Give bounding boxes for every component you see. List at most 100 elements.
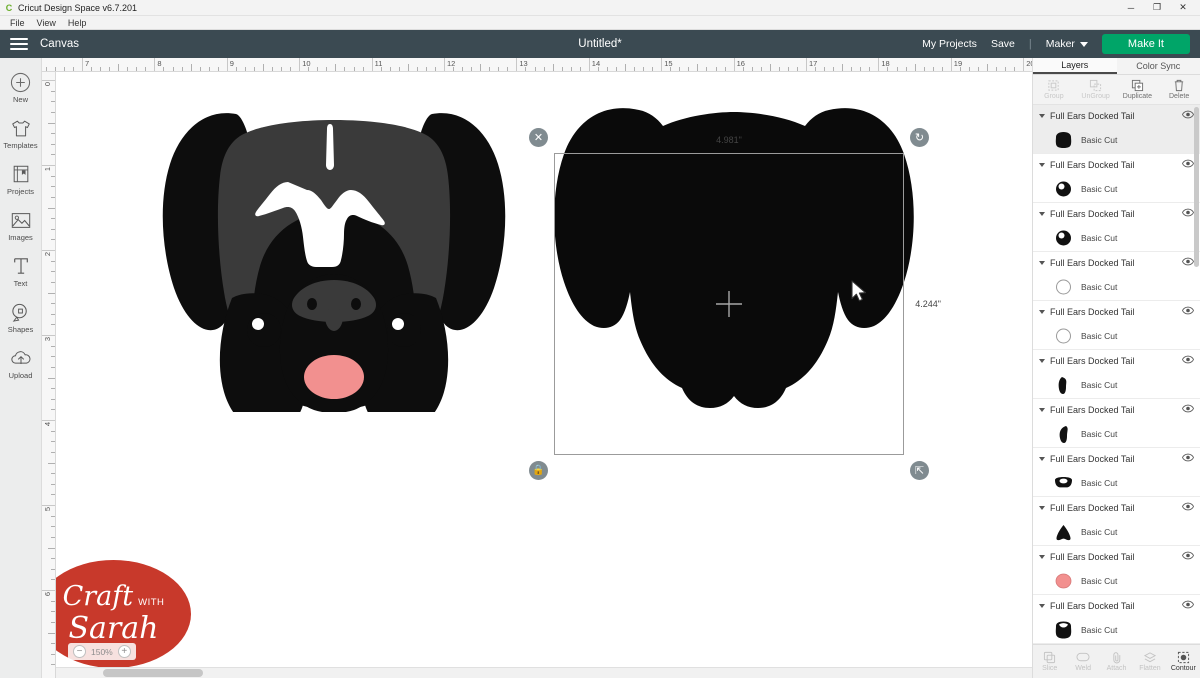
layer-group[interactable]: Full Ears Docked Tail Basic Cut [1033,203,1200,252]
chevron-down-icon[interactable] [1039,261,1045,265]
layer-sublayer[interactable]: Basic Cut [1033,127,1200,153]
layer-header[interactable]: Full Ears Docked Tail [1033,154,1200,176]
scrollbar-thumb[interactable] [103,669,203,677]
layer-sublayer[interactable]: Basic Cut [1033,519,1200,545]
layer-header[interactable]: Full Ears Docked Tail [1033,252,1200,274]
chevron-down-icon[interactable] [1039,114,1045,118]
layer-sublayer[interactable]: Basic Cut [1033,372,1200,398]
hamburger-icon[interactable] [10,35,28,53]
layer-group[interactable]: Full Ears Docked Tail Basic Cut [1033,399,1200,448]
chevron-down-icon[interactable] [1039,555,1045,559]
layers-scrollbar[interactable] [1194,107,1199,630]
group-button[interactable]: Group [1033,75,1075,104]
visibility-toggle-icon[interactable] [1182,404,1194,416]
layer-group[interactable]: Full Ears Docked Tail Basic Cut [1033,350,1200,399]
visibility-toggle-icon[interactable] [1182,551,1194,563]
delete-button[interactable]: Delete [1158,75,1200,104]
layer-group[interactable]: Full Ears Docked Tail Basic Cut [1033,595,1200,644]
tab-color sync[interactable]: Color Sync [1117,58,1200,74]
layer-group[interactable]: Full Ears Docked Tail Basic Cut [1033,497,1200,546]
flatten-button[interactable]: Flatten [1133,645,1166,678]
layer-group[interactable]: Full Ears Docked Tail Basic Cut [1033,154,1200,203]
lock-selection-icon[interactable]: 🔒 [529,461,548,480]
layer-sublayer[interactable]: Basic Cut [1033,225,1200,251]
chevron-down-icon[interactable] [1039,408,1045,412]
visibility-toggle-icon[interactable] [1182,600,1194,612]
layer-group[interactable]: Full Ears Docked Tail Basic Cut [1033,448,1200,497]
layer-header[interactable]: Full Ears Docked Tail [1033,546,1200,568]
zoom-in-button[interactable]: + [118,645,131,658]
sidebar-item-shapes[interactable]: Shapes [0,294,41,340]
chevron-down-icon[interactable] [1039,212,1045,216]
sidebar-item-new[interactable]: New [0,64,41,110]
visibility-toggle-icon[interactable] [1182,453,1194,465]
sidebar-item-projects[interactable]: Projects [0,156,41,202]
close-button[interactable]: ✕ [1170,0,1196,16]
visibility-toggle-icon[interactable] [1182,257,1194,269]
menu-item-file[interactable]: File [4,18,31,28]
chevron-down-icon[interactable] [1039,310,1045,314]
chevron-down-icon[interactable] [1039,457,1045,461]
ungroup-button[interactable]: UnGroup [1075,75,1117,104]
layer-sublayer[interactable]: Basic Cut [1033,323,1200,349]
sidebar-item-images[interactable]: Images [0,202,41,248]
horizontal-scrollbar[interactable] [56,667,1032,678]
picture-icon [10,209,32,231]
visibility-toggle-icon[interactable] [1182,355,1194,367]
save-button[interactable]: Save [991,38,1015,50]
dog-silhouette-artwork[interactable] [544,94,929,419]
duplicate-button[interactable]: Duplicate [1117,75,1159,104]
tab-layers[interactable]: Layers [1033,58,1117,74]
make-it-button[interactable]: Make It [1102,34,1190,54]
minimize-button[interactable]: ─ [1118,0,1144,16]
visibility-toggle-icon[interactable] [1182,208,1194,220]
layer-group[interactable]: Full Ears Docked Tail Basic Cut [1033,105,1200,154]
layer-group[interactable]: Full Ears Docked Tail Basic Cut [1033,546,1200,595]
layers-scrollbar-thumb[interactable] [1194,107,1199,267]
canvas-board[interactable]: 4.981" 4.244" ✕ ↻ 🔒 ⇱ Craft WITH Sarah [56,72,1032,678]
layer-group[interactable]: Full Ears Docked Tail Basic Cut [1033,301,1200,350]
layer-header[interactable]: Full Ears Docked Tail [1033,399,1200,421]
layer-header[interactable]: Full Ears Docked Tail [1033,595,1200,617]
weld-button[interactable]: Weld [1066,645,1099,678]
maximize-button[interactable]: ❐ [1144,0,1170,16]
sidebar-item-text[interactable]: Text [0,248,41,294]
layer-header[interactable]: Full Ears Docked Tail [1033,350,1200,372]
chevron-down-icon[interactable] [1039,604,1045,608]
layer-group[interactable]: Full Ears Docked Tail Basic Cut [1033,252,1200,301]
contour-button[interactable]: Contour [1167,645,1200,678]
layer-sublayer[interactable]: Basic Cut [1033,176,1200,202]
layer-sublayer[interactable]: Basic Cut [1033,421,1200,447]
resize-selection-icon[interactable]: ⇱ [910,461,929,480]
visibility-toggle-icon[interactable] [1182,159,1194,171]
chevron-down-icon[interactable] [1039,506,1045,510]
dog-color-artwork[interactable] [144,102,524,412]
layer-sublayer[interactable]: Basic Cut [1033,470,1200,496]
layer-header[interactable]: Full Ears Docked Tail [1033,203,1200,225]
visibility-toggle-icon[interactable] [1182,110,1194,122]
layer-sublayer[interactable]: Basic Cut [1033,617,1200,643]
rotate-selection-icon[interactable]: ↻ [910,128,929,147]
sidebar-item-upload[interactable]: Upload [0,340,41,386]
delete-selection-icon[interactable]: ✕ [529,128,548,147]
layer-sublayer[interactable]: Basic Cut [1033,274,1200,300]
attach-button[interactable]: Attach [1100,645,1133,678]
layer-header[interactable]: Full Ears Docked Tail [1033,497,1200,519]
chevron-down-icon[interactable] [1039,359,1045,363]
layers-list[interactable]: Full Ears Docked Tail Basic Cut Full Ear… [1033,105,1200,644]
layer-header[interactable]: Full Ears Docked Tail [1033,448,1200,470]
zoom-out-button[interactable]: − [73,645,86,658]
chevron-down-icon[interactable] [1039,163,1045,167]
layer-sublayer[interactable]: Basic Cut [1033,568,1200,594]
menu-item-view[interactable]: View [31,18,62,28]
visibility-toggle-icon[interactable] [1182,306,1194,318]
ruler-minor-tick [51,154,55,155]
visibility-toggle-icon[interactable] [1182,502,1194,514]
machine-selector[interactable]: Maker [1046,38,1088,50]
sidebar-item-templates[interactable]: Templates [0,110,41,156]
menu-item-help[interactable]: Help [62,18,93,28]
slice-button[interactable]: Slice [1033,645,1066,678]
layer-header[interactable]: Full Ears Docked Tail [1033,301,1200,323]
my-projects-link[interactable]: My Projects [922,38,977,50]
layer-header[interactable]: Full Ears Docked Tail [1033,105,1200,127]
